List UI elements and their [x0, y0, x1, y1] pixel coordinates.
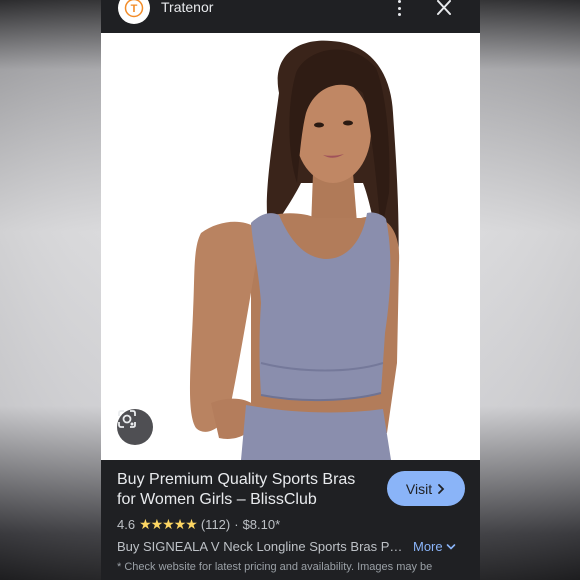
- rating-value: 4.6: [117, 517, 136, 532]
- chevron-down-icon: [446, 543, 455, 550]
- lens-search-button[interactable]: [117, 409, 153, 445]
- product-info-panel: Buy Premium Quality Sports Bras for Wome…: [101, 460, 480, 580]
- pricing-note: * Check website for latest pricing and a…: [117, 561, 433, 573]
- rating-row: 4.6 ★★★★★ (112) · $8.10*: [117, 516, 280, 533]
- model-photo: [101, 33, 480, 460]
- review-count: (112): [200, 517, 231, 532]
- lens-search-icon: [118, 410, 136, 428]
- price: $8.10*: [242, 517, 281, 532]
- blurred-background-right: [479, 0, 580, 580]
- separator: ·: [234, 517, 239, 532]
- more-button[interactable]: More: [413, 539, 456, 554]
- viewer-header: T Tratenor: [101, 0, 480, 33]
- visit-label: Visit: [405, 480, 433, 497]
- star-icon: ★★★★★: [139, 516, 198, 532]
- product-description: Buy SIGNEALA V Neck Longline Sports Bras…: [117, 539, 407, 554]
- chevron-right-icon: [438, 483, 445, 494]
- site-logo[interactable]: T: [118, 0, 150, 24]
- close-icon[interactable]: [435, 0, 453, 16]
- kebab-menu-icon[interactable]: [395, 0, 403, 16]
- product-image[interactable]: [101, 33, 480, 460]
- blurred-background-left: [0, 0, 101, 580]
- site-name[interactable]: Tratenor: [161, 0, 213, 14]
- logo-mark-icon: T: [124, 0, 144, 18]
- description-row: Buy SIGNEALA V Neck Longline Sports Bras…: [117, 539, 467, 554]
- image-viewer-panel: T Tratenor Buy Premium Quality Sports Br…: [101, 0, 480, 580]
- more-label: More: [413, 539, 443, 554]
- svg-text:T: T: [131, 3, 138, 15]
- visit-button[interactable]: Visit: [387, 471, 465, 506]
- product-title[interactable]: Buy Premium Quality Sports Bras for Wome…: [117, 470, 377, 510]
